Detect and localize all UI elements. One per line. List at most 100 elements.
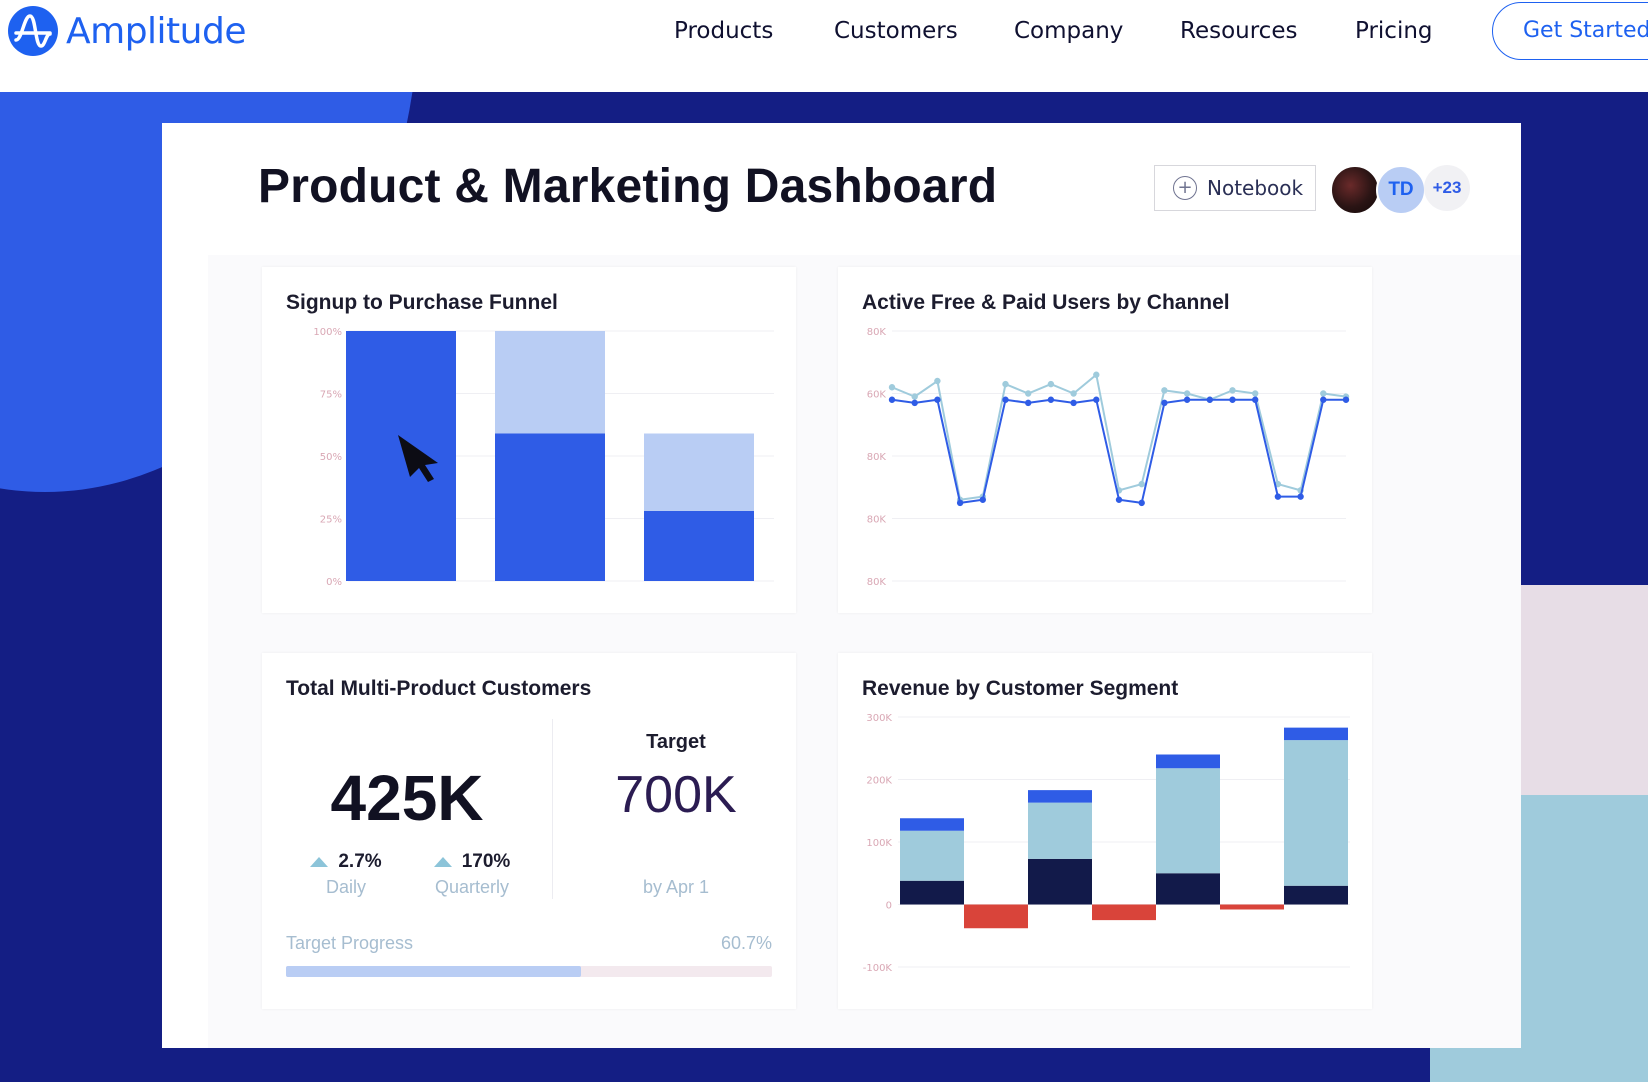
progress-label: Target Progress (286, 933, 414, 953)
user-avatar-photo[interactable] (1330, 165, 1380, 215)
segment-bar-negative (1220, 904, 1284, 910)
series-point (1025, 399, 1032, 407)
amplitude-logo-icon (8, 6, 58, 56)
series-point (1115, 496, 1123, 503)
segment-bar-top (1156, 754, 1220, 769)
funnel-chart-panel[interactable]: Signup to Purchase Funnel 100% 75% 50% 25% 0… (262, 267, 796, 613)
series-point (1070, 399, 1077, 407)
daily-change-value: 2.7% (338, 851, 382, 872)
series-point (1206, 396, 1213, 403)
series-point (1070, 390, 1077, 397)
series-point (1252, 396, 1259, 403)
kpi-value: 425K (330, 762, 484, 834)
segment-bar-negative (964, 904, 1028, 929)
quarterly-change-value: 170% (461, 851, 511, 872)
funnel-bar-converted (495, 433, 605, 581)
series-point (934, 377, 941, 385)
users-line-chart: 80K 60K 80K 80K 80K (867, 327, 1350, 588)
series-point (1047, 380, 1055, 388)
series-point (1320, 396, 1327, 403)
series-point (1093, 396, 1100, 403)
brand-name: Amplitude (66, 10, 246, 52)
y-tick-label: 75% (320, 390, 342, 401)
nav-resources[interactable]: Resources (1180, 18, 1297, 44)
series-point (1229, 396, 1236, 403)
segment-bar-dark (1156, 873, 1220, 905)
series-point (1183, 390, 1191, 397)
series-point (1297, 493, 1304, 500)
top-navigation-bar: Amplitude Products Customers Company Res… (0, 0, 1648, 92)
kpi-title: Total Multi-Product Customers (286, 677, 592, 700)
y-tick-label: 80K (867, 452, 887, 463)
y-tick-label: 80K (867, 327, 887, 338)
funnel-bar-dropoff (495, 331, 605, 434)
series-point (1342, 396, 1350, 403)
nav-company[interactable]: Company (1014, 18, 1123, 44)
segment-bar-top (1284, 727, 1348, 741)
nav-products[interactable]: Products (674, 18, 773, 44)
y-tick-label: 200K (866, 776, 892, 787)
nav-pricing[interactable]: Pricing (1355, 18, 1433, 44)
charts-grid: Signup to Purchase Funnel 100% 75% 50% 25% 0… (208, 255, 1521, 1048)
target-label: Target (646, 731, 706, 753)
notebook-button-label: Notebook (1207, 176, 1304, 200)
decorative-pink-block (1500, 585, 1648, 795)
progress-fill (286, 966, 581, 977)
y-tick-label: 80K (867, 515, 887, 526)
y-tick-label: 25% (320, 515, 342, 526)
daily-change: 2.7% Daily (286, 851, 406, 898)
series-point (1161, 399, 1168, 407)
up-arrow-icon (310, 857, 329, 867)
y-tick-label: 50% (320, 452, 342, 463)
y-tick-label: 0% (326, 577, 342, 588)
up-arrow-icon (433, 857, 452, 867)
quarterly-change-label: Quarterly (434, 877, 510, 897)
series-point (1320, 390, 1327, 397)
funnel-chart: 100% 75% 50% 25% 0% (313, 327, 774, 588)
revenue-chart: 300K 200K 100K 0 -100K (863, 713, 1350, 974)
segment-bar-negative (1092, 904, 1156, 921)
target-value: 700K (615, 766, 737, 824)
series-point (1229, 387, 1236, 394)
y-tick-label: 300K (866, 713, 892, 724)
get-started-button[interactable]: Get Started (1492, 2, 1648, 60)
notebook-button[interactable]: + Notebook (1154, 165, 1316, 211)
y-tick-label: 100% (313, 327, 342, 338)
series-point (911, 393, 918, 400)
segment-bar-top (1028, 790, 1092, 803)
y-tick-label: 60K (867, 390, 887, 401)
funnel-bar-converted (644, 511, 754, 581)
amplitude-logo[interactable]: Amplitude (8, 6, 246, 56)
series-point (1002, 380, 1009, 388)
multi-product-kpi-panel[interactable]: Total Multi-Product Customers 425K 2.7% … (262, 653, 796, 1009)
segment-bar-light (1156, 768, 1220, 874)
y-tick-label: 0 (886, 901, 892, 912)
segment-bar-dark (1028, 858, 1092, 905)
daily-change-label: Daily (325, 877, 366, 897)
revenue-chart-panel[interactable]: Revenue by Customer Segment 300K 200K 100K… (838, 653, 1372, 1009)
segment-bar-light (900, 830, 964, 881)
y-tick-label: 100K (866, 838, 892, 849)
series-point (1138, 499, 1145, 507)
segment-bar-top (900, 818, 964, 831)
series-point (888, 396, 896, 403)
page-title: Product & Marketing Dashboard (258, 160, 998, 213)
segment-bar-dark (900, 880, 964, 905)
target-date: by Apr 1 (642, 877, 710, 897)
series-point (956, 499, 964, 507)
series-point (1274, 493, 1282, 500)
quarterly-change: 170% Quarterly (412, 851, 532, 898)
dashboard-card: Product & Marketing Dashboard + Notebook… (162, 123, 1521, 1048)
series-point (1161, 387, 1168, 394)
y-tick-label: 80K (867, 577, 887, 588)
more-collaborators-badge[interactable]: +23 (1424, 165, 1470, 211)
series-point (1047, 396, 1055, 403)
series-point (979, 496, 986, 503)
users-line-chart-panel[interactable]: Active Free & Paid Users by Channel 80K 6… (838, 267, 1372, 613)
funnel-bar-converted (346, 331, 456, 581)
nav-customers[interactable]: Customers (834, 18, 958, 44)
user-avatar-initials[interactable]: TD (1376, 165, 1426, 215)
series-point (934, 396, 941, 403)
series-point (1138, 480, 1145, 488)
series-point (1093, 371, 1100, 378)
